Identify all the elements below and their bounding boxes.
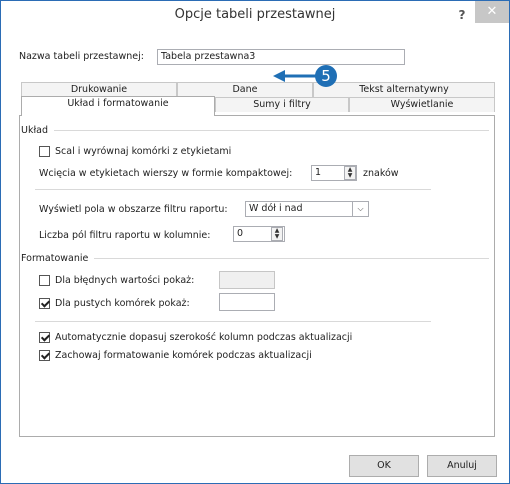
errors-label: Dla błędnych wartości pokaż: (55, 275, 195, 286)
indent-row: Wcięcia w etykietach wierszy w formie ko… (39, 168, 292, 179)
title-bar: Opcje tabeli przestawnej ? ✕ (1, 1, 509, 29)
filter-count-label: Liczba pól filtru raportu w kolumnie: (39, 230, 211, 241)
empty-value-input[interactable] (219, 293, 275, 311)
indent-unit-row: znaków (363, 168, 399, 179)
tab-tekst-alternatywny[interactable]: Tekst alternatywny (313, 82, 495, 97)
pivot-name-input[interactable]: Tabela przestawna3 (157, 49, 405, 65)
dialog-title: Opcje tabeli przestawnej (174, 7, 336, 22)
chevron-down-icon[interactable]: ⌵ (352, 202, 368, 216)
autofit-label: Automatycznie dopasuj szerokość kolumn p… (55, 332, 353, 343)
section-layout-title: Układ (21, 125, 49, 136)
pivot-name-label: Nazwa tabeli przestawnej: (19, 51, 144, 62)
callout-arrow-icon (273, 70, 317, 82)
merge-checkbox[interactable] (39, 146, 50, 157)
autofit-row[interactable]: Automatycznie dopasuj szerokość kolumn p… (39, 332, 352, 343)
section-format-title: Formatowanie (21, 253, 89, 264)
spin-down-icon[interactable]: ▼ (272, 234, 282, 240)
indent-spinner[interactable]: ▲ ▼ (344, 166, 356, 180)
filter-count-row: Liczba pól filtru raportu w kolumnie: (39, 230, 210, 241)
separator (35, 189, 431, 190)
pivot-options-dialog: Opcje tabeli przestawnej ? ✕ Nazwa tabel… (0, 0, 510, 484)
preserve-row[interactable]: Zachowaj formatowanie komórek podczas ak… (39, 350, 312, 361)
errors-checkbox[interactable] (39, 275, 50, 286)
empty-checkbox[interactable] (39, 298, 50, 309)
section-format-header: Formatowanie (21, 253, 489, 264)
tab-wyswietlanie[interactable]: Wyświetlanie (349, 97, 495, 112)
help-button[interactable]: ? (449, 5, 475, 25)
cancel-button[interactable]: Anuluj (427, 455, 497, 477)
pivot-name-row: Nazwa tabeli przestawnej: (19, 51, 144, 62)
errors-value-input[interactable] (219, 271, 275, 289)
filter-count-spinner[interactable]: ▲ ▼ (271, 227, 283, 241)
spin-down-icon[interactable]: ▼ (345, 173, 355, 179)
filter-fields-label: Wyświetl pola w obszarze filtru raportu: (39, 204, 228, 215)
filter-fields-value: W dół i nad (249, 203, 303, 214)
empty-label: Dla pustych komórek pokaż: (55, 298, 190, 309)
indent-unit-label: znaków (363, 168, 399, 179)
indent-label: Wcięcia w etykietach wierszy w formie ko… (39, 168, 293, 179)
preserve-checkbox[interactable] (39, 350, 50, 361)
tab-uklad-formatowanie[interactable]: Układ i formatowanie (21, 96, 215, 116)
close-button[interactable]: ✕ (475, 1, 509, 23)
errors-row[interactable]: Dla błędnych wartości pokaż: (39, 275, 194, 286)
filter-fields-select[interactable]: W dół i nad ⌵ (245, 201, 369, 217)
filter-fields-row: Wyświetl pola w obszarze filtru raportu: (39, 204, 228, 215)
step-callout-badge: 5 (315, 65, 337, 87)
tab-drukowanie[interactable]: Drukowanie (21, 82, 177, 97)
merge-row[interactable]: Scal i wyrównaj komórki z etykietami (39, 146, 231, 157)
tab-sumy-filtry[interactable]: Sumy i filtry (215, 97, 349, 112)
section-layout-header: Układ (21, 125, 489, 136)
merge-label: Scal i wyrównaj komórki z etykietami (55, 146, 232, 157)
empty-row[interactable]: Dla pustych komórek pokaż: (39, 298, 190, 309)
separator (35, 321, 431, 322)
tab-dane[interactable]: Dane (177, 82, 313, 97)
preserve-label: Zachowaj formatowanie komórek podczas ak… (55, 350, 312, 361)
ok-button[interactable]: OK (349, 455, 419, 477)
autofit-checkbox[interactable] (39, 332, 50, 343)
